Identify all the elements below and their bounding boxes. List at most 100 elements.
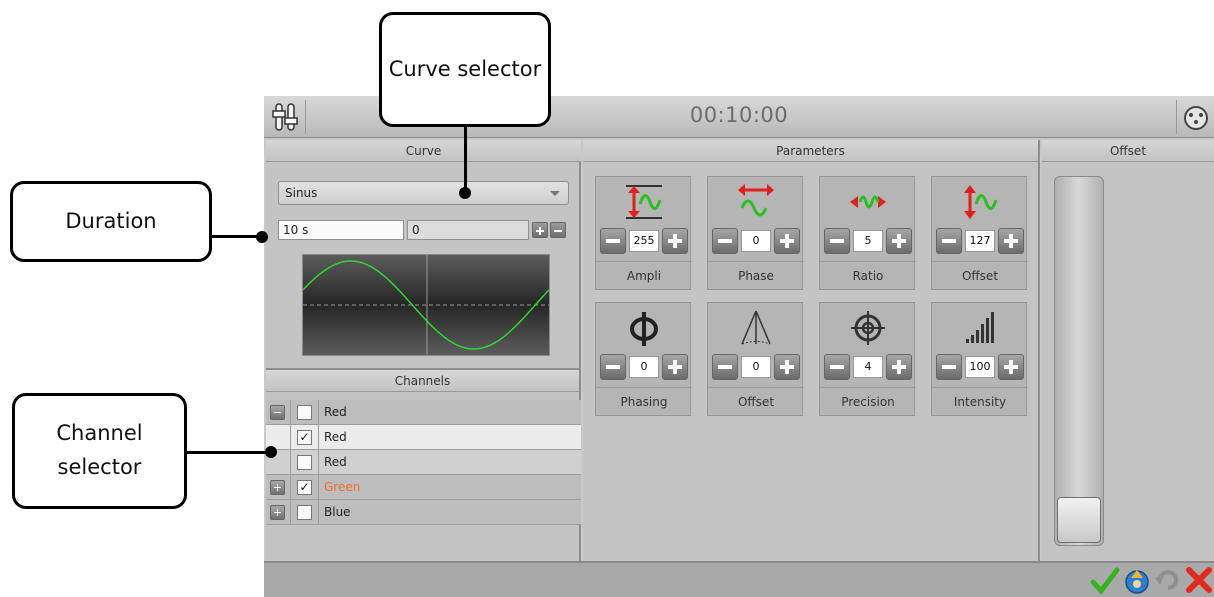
curve-selector[interactable]: Sinus	[278, 181, 569, 205]
param-tile-intensity: 100 Intensity	[931, 302, 1028, 416]
ampli-stepper: 255	[600, 228, 688, 256]
decrease-button[interactable]	[936, 354, 962, 380]
row-divider	[290, 475, 291, 500]
row-divider	[290, 500, 291, 525]
dmx-connector-icon	[1184, 106, 1208, 130]
param-tile-spread-offset: 0 Offset	[707, 302, 804, 416]
curve-add-button[interactable]	[532, 222, 548, 238]
phase-value[interactable]: 0	[741, 230, 771, 252]
leader-dot	[256, 231, 268, 243]
channel-name: Red	[324, 455, 347, 469]
row-divider	[290, 400, 291, 425]
expand-icon[interactable]	[270, 480, 285, 495]
channel-row[interactable]: Red	[266, 450, 581, 475]
sine-curve-plot	[302, 255, 550, 355]
row-divider	[290, 450, 291, 475]
offset-icon	[932, 181, 1028, 223]
channel-checkbox[interactable]: ✓	[297, 430, 312, 445]
increase-button[interactable]	[998, 228, 1024, 254]
function-editor-window: 00:10:00 Curve Sinus 10 s 0 Channels Red…	[264, 96, 1214, 597]
channels-panel: Channels Red ✓ Red Red ✓ Green Blue	[266, 368, 581, 561]
increase-button[interactable]	[774, 228, 800, 254]
decrease-button[interactable]	[600, 228, 626, 254]
channel-row[interactable]: ✓ Green	[266, 475, 581, 500]
signal-bars-icon	[932, 307, 1028, 349]
increase-button[interactable]	[886, 354, 912, 380]
undo-icon[interactable]	[1154, 566, 1182, 594]
channel-row[interactable]: Blue	[266, 500, 581, 525]
decrease-button[interactable]	[824, 228, 850, 254]
curve-secondary-field[interactable]: 0	[407, 220, 529, 240]
row-divider	[318, 500, 319, 525]
curve-preview-graph	[302, 254, 550, 356]
ampli-value[interactable]: 255	[629, 230, 659, 252]
increase-button[interactable]	[886, 228, 912, 254]
ratio-icon	[820, 181, 916, 223]
channel-checkbox[interactable]	[297, 405, 312, 420]
curve-selector-value: Sinus	[285, 186, 318, 200]
leader-dot	[459, 187, 471, 199]
decrease-button[interactable]	[600, 354, 626, 380]
phasing-value[interactable]: 0	[629, 356, 659, 378]
row-divider	[318, 475, 319, 500]
offset-panel: Offset	[1042, 140, 1214, 561]
parameters-panel-title: Parameters	[583, 140, 1038, 162]
precision-value[interactable]: 4	[853, 356, 883, 378]
intensity-value[interactable]: 100	[965, 356, 995, 378]
channel-checkbox[interactable]	[297, 505, 312, 520]
offset-fader[interactable]	[1054, 176, 1104, 546]
row-divider	[318, 450, 319, 475]
channel-checkbox[interactable]	[297, 455, 312, 470]
intensity-stepper: 100	[936, 354, 1024, 382]
phase-icon	[708, 181, 804, 223]
param-tile-ratio: 5 Ratio	[819, 176, 916, 290]
channel-name: Green	[324, 480, 361, 494]
channel-row[interactable]: Red	[266, 400, 581, 425]
channel-row[interactable]: ✓ Red	[266, 425, 581, 450]
decrease-button[interactable]	[712, 354, 738, 380]
callout-duration: Duration	[10, 181, 212, 262]
channel-checkbox[interactable]: ✓	[297, 480, 312, 495]
phasing-label: Phasing	[596, 387, 692, 415]
amplitude-icon	[596, 181, 692, 223]
increase-button[interactable]	[662, 354, 688, 380]
duration-field[interactable]: 10 s	[278, 220, 404, 240]
decrease-button[interactable]	[936, 228, 962, 254]
fader-thumb[interactable]	[1057, 497, 1101, 543]
cancel-icon[interactable]	[1184, 566, 1214, 594]
offset-panel-title: Offset	[1042, 140, 1214, 162]
dmx-button[interactable]	[1176, 100, 1214, 134]
param-tile-phasing: 0 Phasing	[595, 302, 692, 416]
callout-channel-selector: Channel selector	[12, 393, 187, 509]
param-tile-precision: 4 Precision	[819, 302, 916, 416]
callout-curve-selector: Curve selector	[379, 12, 551, 127]
param-tile-offset: 127 Offset	[931, 176, 1028, 290]
collapse-icon[interactable]	[270, 405, 285, 420]
ampli-label: Ampli	[596, 261, 692, 289]
offset-value[interactable]: 127	[965, 230, 995, 252]
phase-stepper: 0	[712, 228, 800, 256]
increase-button[interactable]	[774, 354, 800, 380]
expand-icon[interactable]	[270, 505, 285, 520]
phasing-stepper: 0	[600, 354, 688, 382]
ratio-value[interactable]: 5	[853, 230, 883, 252]
offset-label: Offset	[932, 261, 1028, 289]
confirm-icon[interactable]	[1090, 567, 1120, 595]
wizard-icon[interactable]	[1122, 565, 1152, 595]
spread-offset-stepper: 0	[712, 354, 800, 382]
decrease-button[interactable]	[712, 228, 738, 254]
curve-remove-button[interactable]	[550, 222, 566, 238]
increase-button[interactable]	[998, 354, 1024, 380]
screenshot-root: 00:10:00 Curve Sinus 10 s 0 Channels Red…	[0, 0, 1214, 597]
ratio-stepper: 5	[824, 228, 912, 256]
precision-label: Precision	[820, 387, 916, 415]
increase-button[interactable]	[662, 228, 688, 254]
spread-offset-value[interactable]: 0	[741, 356, 771, 378]
decrease-button[interactable]	[824, 354, 850, 380]
channels-panel-title: Channels	[266, 370, 579, 392]
channel-name: Red	[324, 405, 347, 419]
intensity-label: Intensity	[932, 387, 1028, 415]
channel-name: Blue	[324, 505, 351, 519]
leader-line	[464, 127, 467, 189]
ratio-label: Ratio	[820, 261, 916, 289]
